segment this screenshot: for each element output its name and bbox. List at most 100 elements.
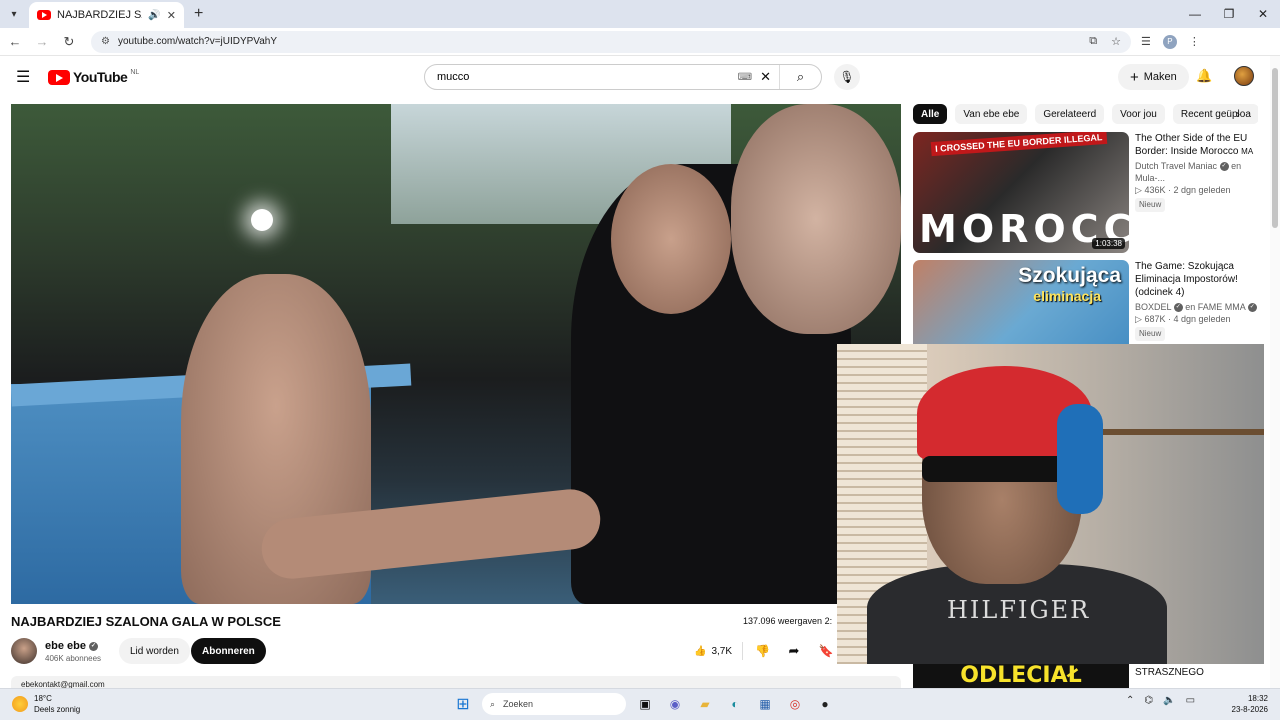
minimize-button[interactable]: — [1178, 0, 1212, 28]
weather-sun-icon [12, 696, 28, 712]
recommendation-stats: ▷ 436K · 2 dgn geleden [1135, 185, 1231, 195]
description-text: ebekontakt@gmail.com [21, 680, 105, 688]
browser-menu-icon[interactable]: ⋮ [1189, 35, 1200, 48]
speaker-icon[interactable]: 🔊 [148, 10, 160, 21]
video-title: NAJBARDZIEJ SZALONA GALA W POLSCE [11, 614, 281, 629]
youtube-wordmark: YouTube [73, 69, 128, 85]
store-icon[interactable]: ▦ [754, 693, 776, 715]
recommendation-thumbnail[interactable]: ODLECIAŁ [913, 664, 1129, 688]
play-triangle-icon: ▷ [1135, 185, 1142, 195]
scrollbar-thumb[interactable] [1272, 68, 1278, 228]
save-bookmark-icon[interactable]: 🔖 [813, 638, 839, 664]
new-badge: Nieuw [1135, 198, 1166, 212]
webcam-overlay: HILFIGER [837, 344, 1264, 664]
chip-recently-uploaded[interactable]: Recent geüploa [1172, 104, 1258, 124]
app-icon[interactable]: ● [814, 693, 836, 715]
new-tab-plus-icon[interactable]: + [194, 5, 203, 23]
taskbar-apps: ⊞ ⌕ Zoeken ▣ ◉ ▰ ◐ ▦ ◎ ● [452, 693, 836, 715]
view-count[interactable]: 137.096 weergaven 2: [743, 616, 837, 626]
tab-search-icon[interactable]: ▾ [3, 3, 25, 25]
dislike-button[interactable]: 👎 [743, 644, 782, 658]
tray-chevron-up-icon[interactable]: ⌃ [1126, 695, 1134, 706]
related-filter-chips: Alle Van ebe ebe Gerelateerd Voor jou Re… [913, 104, 1258, 124]
recommendation-channel[interactable]: BOXDEL ✓ en FAME MMA ✓ [1135, 301, 1258, 313]
video-frame-light [251, 209, 273, 231]
create-label: Maken [1143, 71, 1177, 83]
chip-all[interactable]: Alle [913, 104, 948, 124]
site-info-icon[interactable]: ⚙ [101, 36, 110, 47]
recommendation-channel[interactable]: Dutch Travel Maniac ✓ en Mula-... [1135, 160, 1258, 184]
forward-arrow-icon[interactable]: → [30, 30, 54, 54]
profile-avatar-icon[interactable]: P [1162, 34, 1177, 49]
search-button[interactable]: ⌕ [779, 65, 821, 89]
recommendation-title[interactable]: The Other Side of the EU Border: Inside … [1135, 132, 1258, 158]
new-badge: Nieuw [1135, 327, 1166, 341]
recommendation-title[interactable]: STRASZNEGO [1135, 664, 1204, 688]
task-view-icon[interactable]: ▣ [634, 693, 656, 715]
create-button[interactable]: + Maken [1118, 64, 1189, 90]
recommendation-meta: The Other Side of the EU Border: Inside … [1135, 132, 1258, 253]
bookmark-star-icon[interactable]: ☆ [1111, 35, 1121, 48]
account-avatar[interactable] [1234, 66, 1254, 86]
search-input[interactable] [437, 71, 738, 83]
reload-icon[interactable]: ↻ [57, 30, 81, 54]
region-code: NL [130, 68, 140, 76]
voice-search-mic-icon[interactable]: 🎙 [834, 64, 860, 90]
recommendation-item[interactable]: I CROSSED THE EU BORDER ILLEGAL MOROCCO … [913, 132, 1258, 253]
edge-icon[interactable]: ◐ [724, 693, 746, 715]
clock-time: 18:32 [1247, 694, 1268, 703]
back-arrow-icon[interactable]: ← [3, 30, 27, 54]
browser-tab-strip: ▾ NAJBARDZIEJ SZALONA GA 🔊 ✕ + — ❐ ✕ [0, 0, 1280, 28]
clock-date: 23-8-2026 [1231, 705, 1268, 714]
tab-close-icon[interactable]: ✕ [167, 9, 176, 22]
description-box[interactable]: ebekontakt@gmail.com [11, 676, 901, 688]
browser-tab-active[interactable]: NAJBARDZIEJ SZALONA GA 🔊 ✕ [29, 2, 184, 28]
cast-icon[interactable]: ⧉ [1089, 35, 1097, 48]
chip-related[interactable]: Gerelateerd [1035, 104, 1105, 124]
recommendation-item[interactable]: ODLECIAŁ STRASZNEGO [913, 664, 1258, 688]
teams-icon[interactable]: ◉ [664, 693, 686, 715]
channel-name[interactable]: ebe ebe ✓ [45, 640, 99, 652]
chrome-icon[interactable]: ◎ [784, 693, 806, 715]
windows-start-icon[interactable]: ⊞ [452, 693, 474, 715]
volume-icon[interactable]: 🔈 [1163, 695, 1175, 706]
youtube-favicon-icon [37, 10, 51, 20]
clear-search-icon[interactable]: ✕ [760, 69, 771, 85]
youtube-play-logo-icon [48, 69, 70, 85]
page-scrollbar[interactable] [1270, 56, 1280, 688]
weather-description: Deels zonnig [34, 705, 81, 714]
reading-list-icon[interactable]: ☰ [1141, 35, 1151, 48]
notifications-bell-icon[interactable]: 🔔 [1196, 68, 1212, 84]
taskbar-clock[interactable]: 18:32 23-8-2026 [1220, 693, 1268, 715]
weather-widget[interactable]: 18°C Deels zonnig [12, 693, 80, 715]
recommendation-thumbnail[interactable]: I CROSSED THE EU BORDER ILLEGAL MOROCCO … [913, 132, 1129, 253]
recommendation-title[interactable]: The Game: Szokująca Eliminacja Impostoró… [1135, 260, 1258, 299]
like-button[interactable]: 👍 3,7K [684, 642, 744, 660]
subscribe-button[interactable]: Abonneren [191, 638, 266, 664]
subscriber-count: 406K abonnees [45, 654, 102, 663]
network-icon[interactable]: ⌬ [1144, 695, 1153, 706]
join-button[interactable]: Lid worden [119, 638, 190, 664]
file-explorer-icon[interactable]: ▰ [694, 693, 716, 715]
menu-hamburger-icon[interactable]: ☰ [16, 67, 36, 87]
weather-temperature: 18°C [34, 694, 52, 703]
chevron-right-icon[interactable]: › [1236, 107, 1240, 121]
chip-for-you[interactable]: Voor jou [1112, 104, 1165, 124]
chip-from-channel[interactable]: Van ebe ebe [955, 104, 1028, 124]
keyboard-icon[interactable]: ⌨ [738, 72, 752, 83]
verified-check-icon: ✓ [1219, 162, 1229, 172]
channel-avatar[interactable] [11, 638, 37, 664]
verified-check-icon: ✓ [1173, 303, 1183, 313]
restore-button[interactable]: ❐ [1212, 0, 1246, 28]
share-arrow-icon[interactable]: ➦ [781, 638, 807, 664]
webcam-shelf [1087, 429, 1264, 435]
windows-taskbar: 18°C Deels zonnig ⊞ ⌕ Zoeken ▣ ◉ ▰ ◐ ▦ ◎ … [0, 688, 1280, 720]
window-controls: — ❐ ✕ [1178, 0, 1280, 28]
close-window-button[interactable]: ✕ [1246, 0, 1280, 28]
video-player[interactable] [11, 104, 901, 604]
webcam-headset [1057, 404, 1103, 514]
youtube-logo[interactable]: YouTube NL [48, 69, 139, 85]
taskbar-search[interactable]: ⌕ Zoeken [482, 693, 626, 715]
address-bar[interactable]: ⚙ youtube.com/watch?v=jUIDYPVahY ⧉ ☆ [91, 30, 1131, 53]
battery-icon[interactable]: ▭ [1186, 695, 1195, 706]
